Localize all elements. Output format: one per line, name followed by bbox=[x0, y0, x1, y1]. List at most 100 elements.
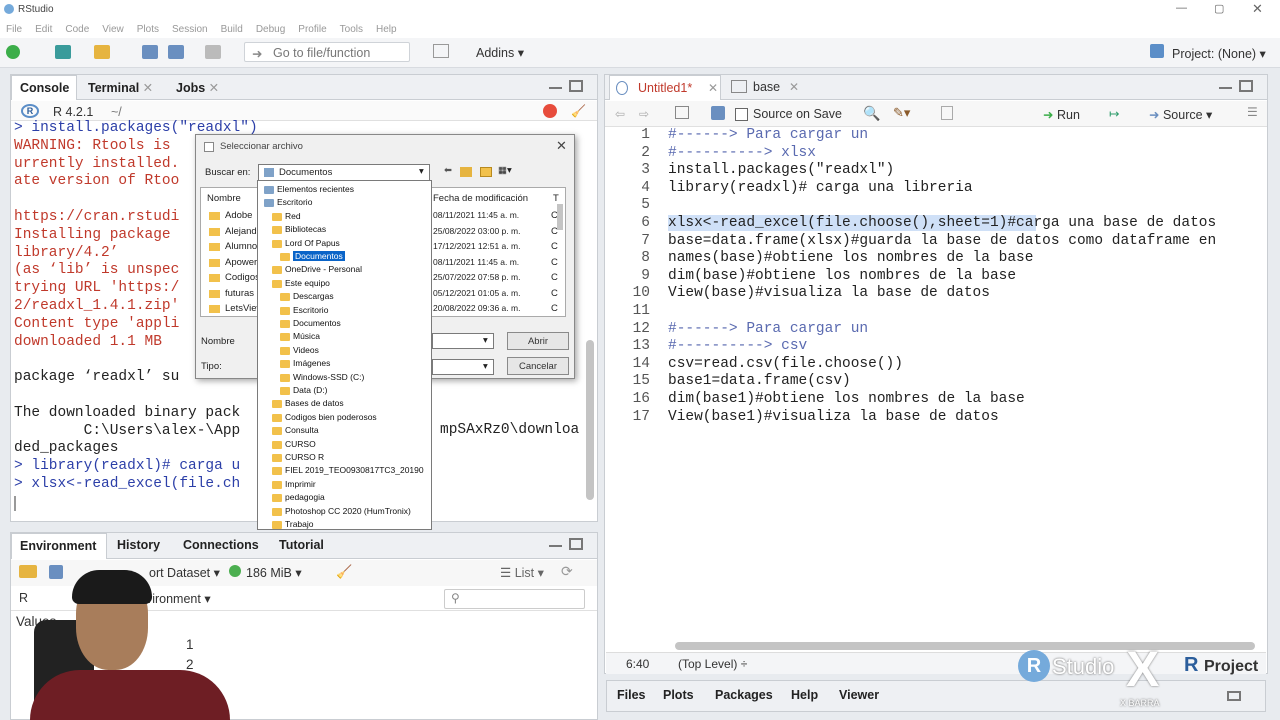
dropdown-item[interactable]: Este equipo bbox=[285, 278, 330, 288]
dropdown-item[interactable]: Codigos bien poderosos bbox=[285, 412, 377, 422]
minimize-icon[interactable]: — bbox=[1176, 2, 1187, 14]
minimize-env-icon[interactable] bbox=[549, 541, 562, 547]
dropdown-item[interactable]: Imprimir bbox=[285, 479, 316, 489]
close-untitled1-icon[interactable]: ✕ bbox=[708, 81, 718, 95]
file-row-name[interactable]: Apower bbox=[225, 257, 257, 268]
tab-plots[interactable]: Plots bbox=[663, 688, 694, 702]
new-file-icon[interactable] bbox=[6, 45, 20, 59]
tab-history[interactable]: History bbox=[117, 538, 160, 552]
menu-item-session[interactable]: Session bbox=[172, 24, 208, 35]
scope-indicator[interactable]: (Top Level) ÷ bbox=[678, 657, 747, 671]
code-line[interactable]: dim(base1)#obtiene los nombres de la bas… bbox=[668, 391, 1025, 407]
editor-hscrollbar[interactable] bbox=[675, 642, 1255, 650]
dropdown-item[interactable]: Elementos recientes bbox=[277, 184, 354, 194]
code-line[interactable]: library(readxl)# carga una libreria bbox=[668, 180, 973, 196]
find-icon[interactable]: 🔍 bbox=[863, 105, 880, 122]
lookin-dropdown-list[interactable]: Elementos recientes Escritorio Red Bibliote… bbox=[257, 180, 432, 530]
dropdown-item[interactable]: Red bbox=[285, 211, 301, 221]
dropdown-item[interactable]: Bibliotecas bbox=[285, 224, 326, 234]
col-name-header[interactable]: Nombre bbox=[207, 193, 241, 204]
maximize-editor-icon[interactable] bbox=[1239, 80, 1253, 92]
console-scrollbar[interactable] bbox=[586, 340, 594, 500]
print-icon[interactable] bbox=[205, 45, 221, 59]
code-line[interactable]: xlsx<-read_excel(file.choose(),sheet=1)#… bbox=[668, 215, 1217, 231]
code-line[interactable]: install.packages("readxl") bbox=[668, 162, 894, 178]
dropdown-item[interactable]: CURSO bbox=[285, 439, 316, 449]
grid-layout-icon[interactable] bbox=[433, 44, 449, 58]
dropdown-item[interactable]: CURSO R bbox=[285, 452, 324, 462]
code-tools-icon[interactable]: ✎▾ bbox=[893, 105, 910, 121]
lookin-select[interactable]: Documentos ▾ bbox=[258, 164, 430, 181]
list-view-menu[interactable]: ☰ List ▾ bbox=[500, 565, 544, 580]
dropdown-item[interactable]: Videos bbox=[293, 345, 319, 355]
code-line[interactable]: csv=read.csv(file.choose()) bbox=[668, 356, 903, 372]
code-line[interactable]: base1=data.frame(csv) bbox=[668, 373, 851, 389]
code-line[interactable]: View(base)#visualiza la base de datos bbox=[668, 285, 990, 301]
close-jobs-icon[interactable]: ✕ bbox=[209, 81, 219, 95]
dropdown-item[interactable]: Consulta bbox=[285, 425, 319, 435]
dropdown-item[interactable]: Windows-SSD (C:) bbox=[293, 372, 364, 382]
restore-pane-icon[interactable] bbox=[1227, 691, 1241, 701]
dropdown-item[interactable]: Trabajo bbox=[285, 519, 314, 529]
goto-file-input[interactable]: ➜ Go to file/function bbox=[244, 42, 410, 62]
tab-viewer[interactable]: Viewer bbox=[839, 688, 879, 702]
code-line[interactable]: View(base1)#visualiza la base de datos bbox=[668, 409, 999, 425]
language-select[interactable]: R bbox=[19, 591, 28, 605]
show-in-window-icon[interactable] bbox=[675, 106, 689, 119]
dropdown-item[interactable]: Música bbox=[293, 331, 320, 341]
menu-item-profile[interactable]: Profile bbox=[298, 24, 326, 35]
refresh-icon[interactable]: ⟳ bbox=[561, 563, 573, 580]
run-button[interactable]: ➜ Run bbox=[1043, 107, 1080, 122]
dropdown-item[interactable]: Photoshop CC 2020 (HumTronix) bbox=[285, 506, 411, 516]
dropdown-item[interactable]: Documentos bbox=[293, 251, 345, 261]
save-script-icon[interactable] bbox=[711, 106, 725, 120]
broom-icon[interactable]: 🧹 bbox=[336, 564, 352, 580]
document-outline-icon[interactable] bbox=[941, 106, 953, 120]
file-list-scrollbar[interactable] bbox=[557, 204, 563, 230]
file-row-name[interactable]: futuras r bbox=[225, 288, 260, 299]
code-line[interactable]: #------> Para cargar un bbox=[668, 321, 868, 337]
forward-icon[interactable]: ⇨ bbox=[639, 107, 649, 121]
tab-tutorial[interactable]: Tutorial bbox=[279, 538, 324, 552]
col-date-header[interactable]: Fecha de modificación bbox=[433, 193, 528, 204]
close-terminal-icon[interactable]: ✕ bbox=[143, 81, 153, 95]
file-row-name[interactable]: Alejand bbox=[225, 226, 257, 237]
clear-console-icon[interactable]: 🧹 bbox=[571, 104, 586, 118]
code-line[interactable]: #----------> csv bbox=[668, 338, 807, 354]
menu-item-debug[interactable]: Debug bbox=[256, 24, 285, 35]
tab-connections[interactable]: Connections bbox=[183, 538, 259, 552]
code-line[interactable]: #----------> xlsx bbox=[668, 145, 816, 161]
dropdown-item[interactable]: Lord Of Papus bbox=[285, 238, 340, 248]
rerun-icon[interactable]: ↦ bbox=[1109, 106, 1119, 121]
outline-menu-icon[interactable]: ☰ bbox=[1247, 105, 1258, 119]
tab-untitled1[interactable]: Untitled1* ✕ bbox=[609, 75, 721, 100]
minimize-pane-icon[interactable] bbox=[549, 83, 562, 89]
back-folder-icon[interactable]: ⬅ bbox=[444, 165, 452, 176]
code-line[interactable]: #------> Para cargar un bbox=[668, 127, 868, 143]
dropdown-item[interactable]: Escritorio bbox=[277, 197, 312, 207]
working-dir[interactable]: ~/ bbox=[111, 105, 122, 119]
filename-input[interactable]: ▾ bbox=[432, 333, 494, 349]
stop-icon[interactable] bbox=[543, 104, 557, 118]
tab-environment[interactable]: Environment bbox=[11, 533, 107, 559]
menu-item-help[interactable]: Help bbox=[376, 24, 397, 35]
cancel-button[interactable]: Cancelar bbox=[507, 357, 569, 375]
lookin-chevron-down-icon[interactable]: ▾ bbox=[419, 166, 424, 177]
env-search-input[interactable]: ⚲ bbox=[444, 589, 585, 609]
filetype-select[interactable]: ▾ bbox=[432, 359, 494, 375]
save-all-icon[interactable] bbox=[168, 45, 184, 59]
source-button[interactable]: ➜ Source ▾ bbox=[1149, 107, 1212, 122]
back-icon[interactable]: ⇦ bbox=[615, 107, 625, 121]
tab-files[interactable]: Files bbox=[617, 688, 646, 702]
memory-usage[interactable]: 186 MiB ▾ bbox=[246, 565, 302, 580]
dropdown-item[interactable]: pedagogia bbox=[285, 492, 325, 502]
dropdown-item[interactable]: Escritorio bbox=[293, 305, 328, 315]
dialog-close-icon[interactable]: ✕ bbox=[556, 138, 567, 154]
open-file-icon[interactable] bbox=[94, 45, 110, 59]
menu-item-tools[interactable]: Tools bbox=[340, 24, 363, 35]
minimize-editor-icon[interactable] bbox=[1219, 83, 1232, 89]
tab-jobs[interactable]: Jobs ✕ bbox=[176, 80, 219, 95]
menu-item-file[interactable]: File bbox=[6, 24, 22, 35]
dropdown-item[interactable]: Descargas bbox=[293, 291, 334, 301]
addins-menu[interactable]: Addins ▾ bbox=[476, 45, 524, 60]
